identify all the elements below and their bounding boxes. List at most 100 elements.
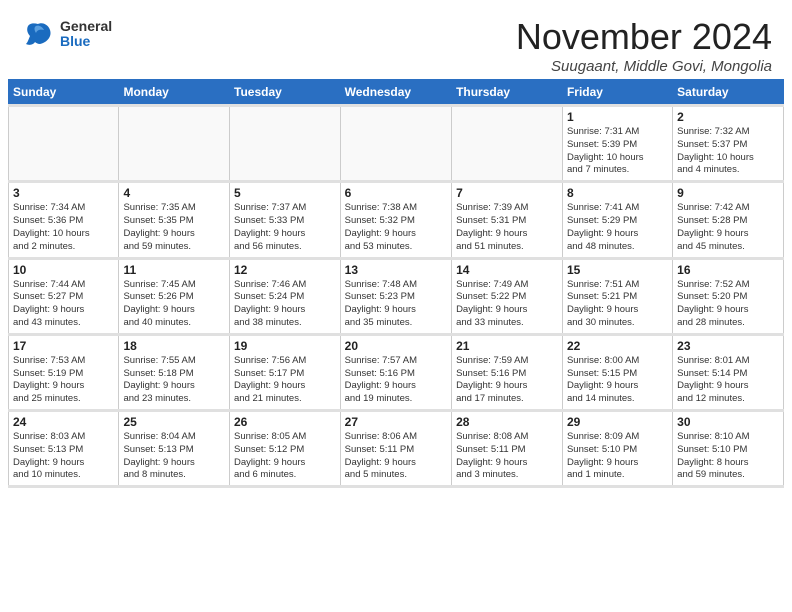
title-block: November 2024 Suugaant, Middle Govi, Mon… [516,16,772,75]
calendar-cell: 16Sunrise: 7:52 AM Sunset: 5:20 PM Dayli… [673,258,784,334]
day-info: Sunrise: 7:55 AM Sunset: 5:18 PM Dayligh… [123,355,225,406]
logo-general: General [60,18,112,34]
calendar-cell: 11 Sunrise: 7:45 AM Sunset: 5:26 PM Dayli… [119,258,230,334]
day-info: Sunrise: 7:49 AM Sunset: 5:22 PM Dayligh… [456,279,558,330]
calendar-week-0: 1 Sunrise: 7:31 AM Sunset: 5:39 PM Daylig… [9,106,784,182]
day-number: 3 [13,186,114,200]
calendar-cell: 19Sunrise: 7:56 AM Sunset: 5:17 PM Dayli… [230,334,341,410]
day-number: 26 [234,415,336,429]
day-info: Sunrise: 7:51 AM Sunset: 5:21 PM Dayligh… [567,279,668,330]
day-info: Sunrise: 7:37 AM Sunset: 5:33 PM Dayligh… [234,202,336,253]
day-number: 18 [123,339,225,353]
calendar-cell: 20 Sunrise: 7:57 AM Sunset: 5:16 PM Dayli… [340,334,451,410]
day-info: Sunrise: 7:56 AM Sunset: 5:17 PM Dayligh… [234,355,336,406]
logo: General Blue [20,16,112,52]
calendar-week-2: 10 Sunrise: 7:44 AM Sunset: 5:27 PM Dayli… [9,258,784,334]
day-info: Sunrise: 7:41 AM Sunset: 5:29 PM Dayligh… [567,202,668,253]
day-info: Sunrise: 8:09 AM Sunset: 5:10 PM Dayligh… [567,431,668,482]
day-number: 21 [456,339,558,353]
day-number: 28 [456,415,558,429]
calendar-cell: 3 Sunrise: 7:34 AM Sunset: 5:36 PM Daylig… [9,182,119,258]
day-info: Sunrise: 8:08 AM Sunset: 5:11 PM Dayligh… [456,431,558,482]
day-number: 17 [13,339,114,353]
day-info: Sunrise: 7:46 AM Sunset: 5:24 PM Dayligh… [234,279,336,330]
day-number: 29 [567,415,668,429]
day-number: 8 [567,186,668,200]
day-number: 13 [345,263,447,277]
day-number: 23 [677,339,779,353]
day-number: 27 [345,415,447,429]
day-number: 1 [567,110,668,124]
day-info: Sunrise: 7:31 AM Sunset: 5:39 PM Dayligh… [567,126,668,177]
col-sunday: Sunday [9,80,119,106]
col-friday: Friday [562,80,672,106]
day-info: Sunrise: 7:35 AM Sunset: 5:35 PM Dayligh… [123,202,225,253]
calendar-cell: 25 Sunrise: 8:04 AM Sunset: 5:13 PM Dayli… [119,411,230,487]
calendar-cell: 23 Sunrise: 8:01 AM Sunset: 5:14 PM Dayli… [673,334,784,410]
day-number: 11 [123,263,225,277]
calendar-week-4: 24Sunrise: 8:03 AM Sunset: 5:13 PM Dayli… [9,411,784,487]
day-info: Sunrise: 7:39 AM Sunset: 5:31 PM Dayligh… [456,202,558,253]
calendar-cell: 10 Sunrise: 7:44 AM Sunset: 5:27 PM Dayli… [9,258,119,334]
calendar-cell: 26 Sunrise: 8:05 AM Sunset: 5:12 PM Dayli… [230,411,341,487]
day-info: Sunrise: 7:52 AM Sunset: 5:20 PM Dayligh… [677,279,779,330]
calendar-cell: 27 Sunrise: 8:06 AM Sunset: 5:11 PM Dayli… [340,411,451,487]
day-number: 5 [234,186,336,200]
day-info: Sunrise: 8:04 AM Sunset: 5:13 PM Dayligh… [123,431,225,482]
day-number: 9 [677,186,779,200]
day-number: 12 [234,263,336,277]
day-info: Sunrise: 8:05 AM Sunset: 5:12 PM Dayligh… [234,431,336,482]
day-number: 25 [123,415,225,429]
calendar-cell: 30 Sunrise: 8:10 AM Sunset: 5:10 PM Dayli… [673,411,784,487]
calendar-cell [230,106,341,182]
day-number: 4 [123,186,225,200]
calendar-cell: 12 Sunrise: 7:46 AM Sunset: 5:24 PM Dayli… [230,258,341,334]
col-thursday: Thursday [452,80,563,106]
calendar-body: 1 Sunrise: 7:31 AM Sunset: 5:39 PM Daylig… [9,106,784,487]
day-info: Sunrise: 8:06 AM Sunset: 5:11 PM Dayligh… [345,431,447,482]
calendar-cell: 7 Sunrise: 7:39 AM Sunset: 5:31 PM Daylig… [452,182,563,258]
day-number: 30 [677,415,779,429]
day-number: 15 [567,263,668,277]
day-info: Sunrise: 7:34 AM Sunset: 5:36 PM Dayligh… [13,202,114,253]
calendar-week-3: 17 Sunrise: 7:53 AM Sunset: 5:19 PM Dayli… [9,334,784,410]
calendar-cell: 28 Sunrise: 8:08 AM Sunset: 5:11 PM Dayli… [452,411,563,487]
day-info: Sunrise: 7:44 AM Sunset: 5:27 PM Dayligh… [13,279,114,330]
day-info: Sunrise: 7:57 AM Sunset: 5:16 PM Dayligh… [345,355,447,406]
calendar-cell [340,106,451,182]
calendar-week-1: 3 Sunrise: 7:34 AM Sunset: 5:36 PM Daylig… [9,182,784,258]
calendar-cell: 13 Sunrise: 7:48 AM Sunset: 5:23 PM Dayli… [340,258,451,334]
calendar-cell: 4 Sunrise: 7:35 AM Sunset: 5:35 PM Daylig… [119,182,230,258]
calendar-header: Sunday Monday Tuesday Wednesday Thursday… [9,80,784,106]
day-number: 22 [567,339,668,353]
day-info: Sunrise: 8:00 AM Sunset: 5:15 PM Dayligh… [567,355,668,406]
calendar-cell [119,106,230,182]
calendar-cell: 18 Sunrise: 7:55 AM Sunset: 5:18 PM Dayli… [119,334,230,410]
day-number: 6 [345,186,447,200]
day-number: 10 [13,263,114,277]
day-number: 7 [456,186,558,200]
calendar-cell: 6 Sunrise: 7:38 AM Sunset: 5:32 PM Daylig… [340,182,451,258]
day-info: Sunrise: 7:45 AM Sunset: 5:26 PM Dayligh… [123,279,225,330]
day-number: 2 [677,110,779,124]
month-title: November 2024 [516,16,772,58]
calendar-cell [452,106,563,182]
calendar-cell: 2Sunrise: 7:32 AM Sunset: 5:37 PM Daylig… [673,106,784,182]
logo-text-block: General Blue [60,19,112,50]
calendar-cell: 21 Sunrise: 7:59 AM Sunset: 5:16 PM Dayli… [452,334,563,410]
day-info: Sunrise: 7:38 AM Sunset: 5:32 PM Dayligh… [345,202,447,253]
calendar-cell: 8 Sunrise: 7:41 AM Sunset: 5:29 PM Daylig… [562,182,672,258]
day-info: Sunrise: 7:48 AM Sunset: 5:23 PM Dayligh… [345,279,447,330]
calendar-cell [9,106,119,182]
day-number: 20 [345,339,447,353]
day-info: Sunrise: 7:53 AM Sunset: 5:19 PM Dayligh… [13,355,114,406]
col-wednesday: Wednesday [340,80,451,106]
col-tuesday: Tuesday [230,80,341,106]
calendar-cell: 17 Sunrise: 7:53 AM Sunset: 5:19 PM Dayli… [9,334,119,410]
col-monday: Monday [119,80,230,106]
calendar-cell: 9Sunrise: 7:42 AM Sunset: 5:28 PM Daylig… [673,182,784,258]
day-info: Sunrise: 7:59 AM Sunset: 5:16 PM Dayligh… [456,355,558,406]
day-info: Sunrise: 8:10 AM Sunset: 5:10 PM Dayligh… [677,431,779,482]
calendar-table: Sunday Monday Tuesday Wednesday Thursday… [8,79,784,488]
day-info: Sunrise: 8:01 AM Sunset: 5:14 PM Dayligh… [677,355,779,406]
